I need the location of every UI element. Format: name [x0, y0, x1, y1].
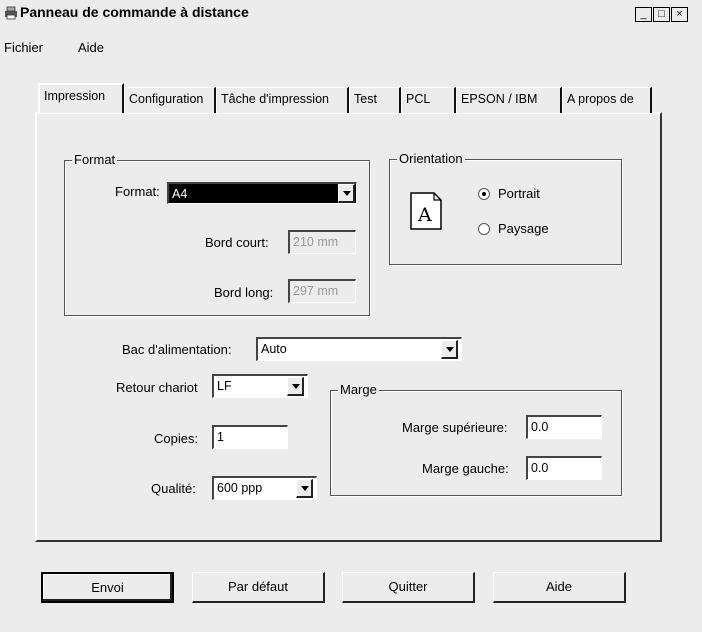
default-button[interactable]: Par défaut	[192, 572, 325, 603]
tray-dropdown-arrow-icon[interactable]	[441, 340, 458, 359]
format-group-legend: Format	[72, 152, 118, 167]
format-select-value: A4	[172, 187, 188, 201]
line-feed-dropdown-arrow-icon[interactable]	[287, 377, 304, 396]
margin-top-label: Marge supérieure:	[402, 420, 508, 435]
tray-select[interactable]: Auto	[256, 337, 462, 361]
line-feed-select-value: LF	[217, 379, 232, 393]
portrait-page-icon: A	[410, 192, 442, 230]
send-button[interactable]: Envoi	[41, 572, 174, 603]
quit-button[interactable]: Quitter	[342, 572, 475, 603]
landscape-radio[interactable]	[478, 223, 490, 235]
menu-fichier[interactable]: Fichier	[4, 40, 43, 55]
long-edge-label: Bord long:	[214, 285, 274, 300]
short-edge-label: Bord court:	[205, 235, 269, 250]
menu-bar: Fichier Aide	[0, 26, 702, 60]
tab-impression[interactable]: Impression	[38, 83, 124, 113]
portrait-radio[interactable]	[478, 188, 490, 200]
tab-epson-ibm[interactable]: EPSON / IBM	[456, 87, 562, 113]
tab-a-propos[interactable]: A propos de	[562, 87, 652, 113]
printer-app-icon	[5, 6, 17, 20]
quality-select-value: 600 ppp	[217, 481, 263, 495]
tab-pcl[interactable]: PCL	[401, 87, 456, 113]
tab-configuration[interactable]: Configuration	[124, 87, 216, 113]
long-edge-field: 297 mm	[288, 279, 356, 303]
short-edge-field: 210 mm	[288, 230, 356, 254]
tab-tache-impression[interactable]: Tâche d'impression	[216, 87, 349, 113]
portrait-label: Portrait	[498, 186, 540, 201]
tray-select-value: Auto	[261, 342, 287, 356]
margin-top-field[interactable]: 0.0	[526, 415, 602, 439]
maximize-button[interactable]: □	[653, 7, 670, 22]
help-button[interactable]: Aide	[493, 572, 626, 603]
line-feed-label: Retour chariot	[116, 380, 198, 395]
orientation-group-legend: Orientation	[397, 151, 465, 166]
orientation-icon-letter: A	[417, 204, 432, 226]
menu-aide[interactable]: Aide	[78, 40, 104, 55]
margin-left-field[interactable]: 0.0	[526, 456, 602, 480]
title-bar: Panneau de commande à distance _ □ ×	[0, 0, 702, 26]
tab-test[interactable]: Test	[349, 87, 401, 113]
format-select[interactable]: A4	[167, 182, 357, 204]
quality-label: Qualité:	[151, 481, 196, 496]
landscape-label: Paysage	[498, 221, 549, 236]
quality-dropdown-arrow-icon[interactable]	[296, 479, 313, 498]
close-button[interactable]: ×	[671, 7, 688, 22]
format-dropdown-arrow-icon[interactable]	[338, 184, 355, 203]
margin-group	[330, 390, 622, 496]
tray-label: Bac d'alimentation:	[122, 342, 232, 357]
window-title: Panneau de commande à distance	[20, 4, 249, 20]
format-label: Format:	[115, 184, 160, 199]
minimize-button[interactable]: _	[635, 7, 652, 22]
margin-left-label: Marge gauche:	[422, 461, 509, 476]
copies-label: Copies:	[154, 431, 199, 446]
margin-group-legend: Marge	[338, 382, 379, 397]
copies-field[interactable]: 1	[212, 425, 288, 449]
